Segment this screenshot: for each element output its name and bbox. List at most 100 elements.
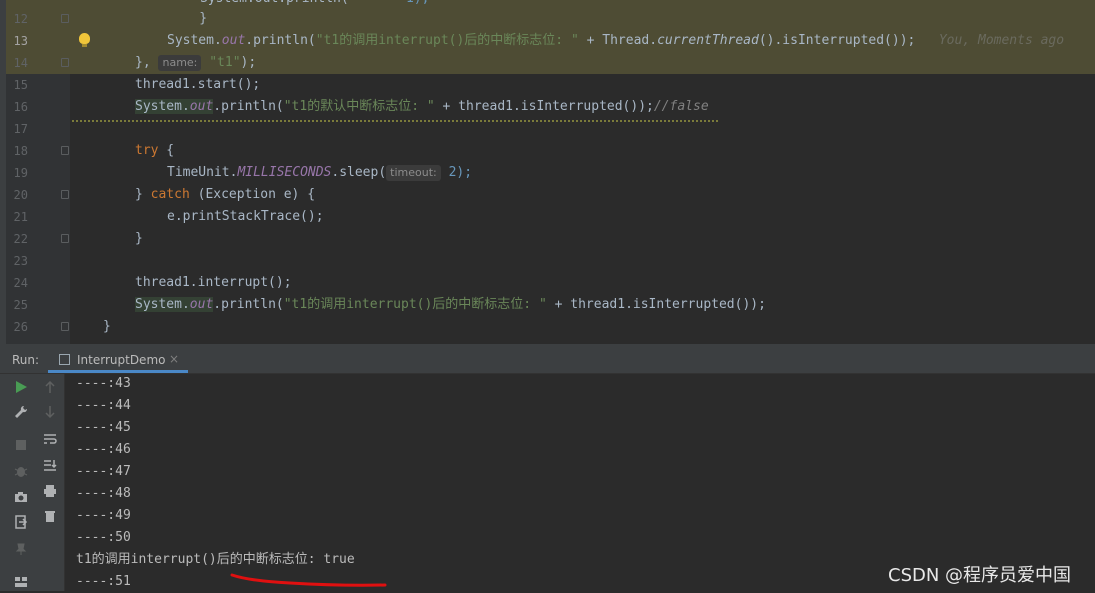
code-line-22: 22 }: [6, 228, 1095, 250]
code-text: {: [158, 143, 175, 158]
console-line: ----:44: [76, 398, 131, 413]
console-icon: [59, 354, 70, 365]
line-number: 25: [13, 298, 28, 312]
run-label: Run:: [12, 353, 40, 367]
code-line-25: 25 System.out.println("t1的调用interrupt()后…: [6, 294, 1095, 316]
stop-icon[interactable]: [13, 438, 29, 454]
code-line-16: 16 System.out.println("t1的默认中断标志位: " + t…: [6, 96, 1095, 118]
line-number: 12: [13, 12, 28, 26]
console-line: ----:51: [76, 574, 131, 589]
console-line: ----:47: [76, 464, 131, 479]
bug-icon[interactable]: [13, 464, 29, 480]
code-line-18: 18 try {: [6, 140, 1095, 162]
console-line: ----:49: [76, 508, 131, 523]
fold-icon[interactable]: [61, 190, 69, 199]
git-blame-annotation: You, Moments ago: [938, 33, 1065, 48]
code-text: thread1.start();: [135, 77, 261, 92]
console-line: ----:48: [76, 486, 131, 501]
code-text: },: [135, 55, 151, 70]
run-toolbar-secondary: [36, 374, 65, 591]
code-text: TimeUnit.: [167, 165, 238, 180]
code-field: MILLISECONDS: [237, 165, 332, 180]
camera-icon[interactable]: [13, 490, 29, 506]
code-field: out: [189, 297, 214, 312]
console-line: ----:46: [76, 442, 131, 457]
code-text: + thread1.isInterrupted());: [434, 99, 654, 114]
down-arrow-icon[interactable]: [42, 405, 58, 421]
tab-interruptdemo[interactable]: InterruptDemo ×: [48, 348, 188, 373]
run-toolbar-primary: [0, 374, 36, 591]
fold-icon[interactable]: [61, 58, 69, 67]
code-text: }: [168, 11, 208, 26]
run-icon[interactable]: [13, 380, 29, 396]
watermark: CSDN @程序员爱中国: [888, 565, 1072, 586]
code-string: "t1": [209, 55, 241, 70]
line-number: 14: [13, 56, 28, 70]
fold-icon[interactable]: [61, 234, 69, 243]
code-text: ().isInterrupted());: [758, 33, 916, 48]
console-output[interactable]: ----:43 ----:44 ----:45 ----:46 ----:47 …: [65, 374, 1095, 591]
code-text: .println(: [213, 297, 284, 312]
code-text: .println(: [213, 99, 284, 114]
code-text: e.printStackTrace();: [167, 209, 324, 224]
code-text: );: [240, 55, 257, 70]
code-text: System.: [167, 33, 222, 48]
console-line: ----:50: [76, 530, 131, 545]
code-line-20: 20 } catch (Exception e) {: [6, 184, 1095, 206]
line-number: 22: [13, 232, 28, 246]
code-text: System.: [135, 99, 190, 114]
run-toolwindow-header: Run: InterruptDemo ×: [0, 348, 1095, 374]
wrench-icon[interactable]: [13, 405, 29, 421]
line-number: 18: [13, 144, 28, 158]
parameter-hint: name:: [158, 55, 202, 71]
console-line: ----:45: [76, 420, 131, 435]
line-number: 17: [13, 122, 28, 136]
code-line-13: 13 System.out.println("t1的调用interrupt()后…: [6, 30, 1095, 52]
exit-icon[interactable]: [13, 515, 29, 531]
console-line: ----:43: [76, 376, 131, 391]
line-number: 20: [13, 188, 28, 202]
trash-icon[interactable]: [42, 509, 58, 525]
code-text: }: [135, 231, 143, 246]
code-line-15: 15 thread1.start();: [6, 74, 1095, 96]
code-text: }: [103, 319, 111, 334]
code-text: .sleep(: [331, 165, 387, 180]
line-number: 24: [13, 276, 28, 290]
code-string: "t1的调用interrupt()后的中断标志位: ": [283, 297, 547, 312]
fold-icon[interactable]: [61, 322, 69, 331]
code-string: "t1的调用interrupt()后的中断标志位: ": [315, 33, 579, 48]
line-number: 13: [13, 34, 28, 48]
close-icon[interactable]: ×: [169, 352, 179, 366]
parameter-hint: timeout:: [386, 165, 441, 181]
code-field: out: [189, 99, 214, 114]
scroll-end-icon[interactable]: [42, 458, 58, 474]
code-number: 2);: [440, 165, 473, 180]
code-line-14: 14 }, name: "t1");: [6, 52, 1095, 74]
code-editor[interactable]: System.out.println( 1); 12 } 13 System.o…: [6, 0, 1095, 344]
fold-icon[interactable]: [61, 14, 69, 23]
console-line: t1的调用interrupt()后的中断标志位: true: [76, 552, 355, 567]
code-line-19: 19 TimeUnit.MILLISECONDS.sleep(timeout: …: [6, 162, 1095, 184]
fold-icon[interactable]: [61, 146, 69, 155]
tab-label: InterruptDemo: [77, 353, 166, 367]
code-text: }: [135, 187, 151, 202]
pin-icon[interactable]: [13, 542, 29, 558]
code-text: + thread1.isInterrupted());: [546, 297, 766, 312]
code-line-17: 17: [6, 118, 1095, 140]
up-arrow-icon[interactable]: [42, 380, 58, 396]
line-number: 15: [13, 78, 28, 92]
code-text: .println(: [245, 33, 316, 48]
print-icon[interactable]: [42, 484, 58, 500]
wrap-icon[interactable]: [42, 432, 58, 448]
lightbulb-icon[interactable]: [79, 33, 90, 47]
code-line-23: 23: [6, 250, 1095, 272]
line-number: 26: [13, 320, 28, 334]
code-line-24: 24 thread1.interrupt();: [6, 272, 1095, 294]
line-number: 21: [13, 210, 28, 224]
code-text: (Exception e) {: [189, 187, 316, 202]
code-line-12: 12 }: [6, 8, 1095, 30]
code-text: System.: [135, 297, 190, 312]
layout-icon[interactable]: [13, 574, 29, 590]
line-number: 16: [13, 100, 28, 114]
code-field: out: [221, 33, 246, 48]
